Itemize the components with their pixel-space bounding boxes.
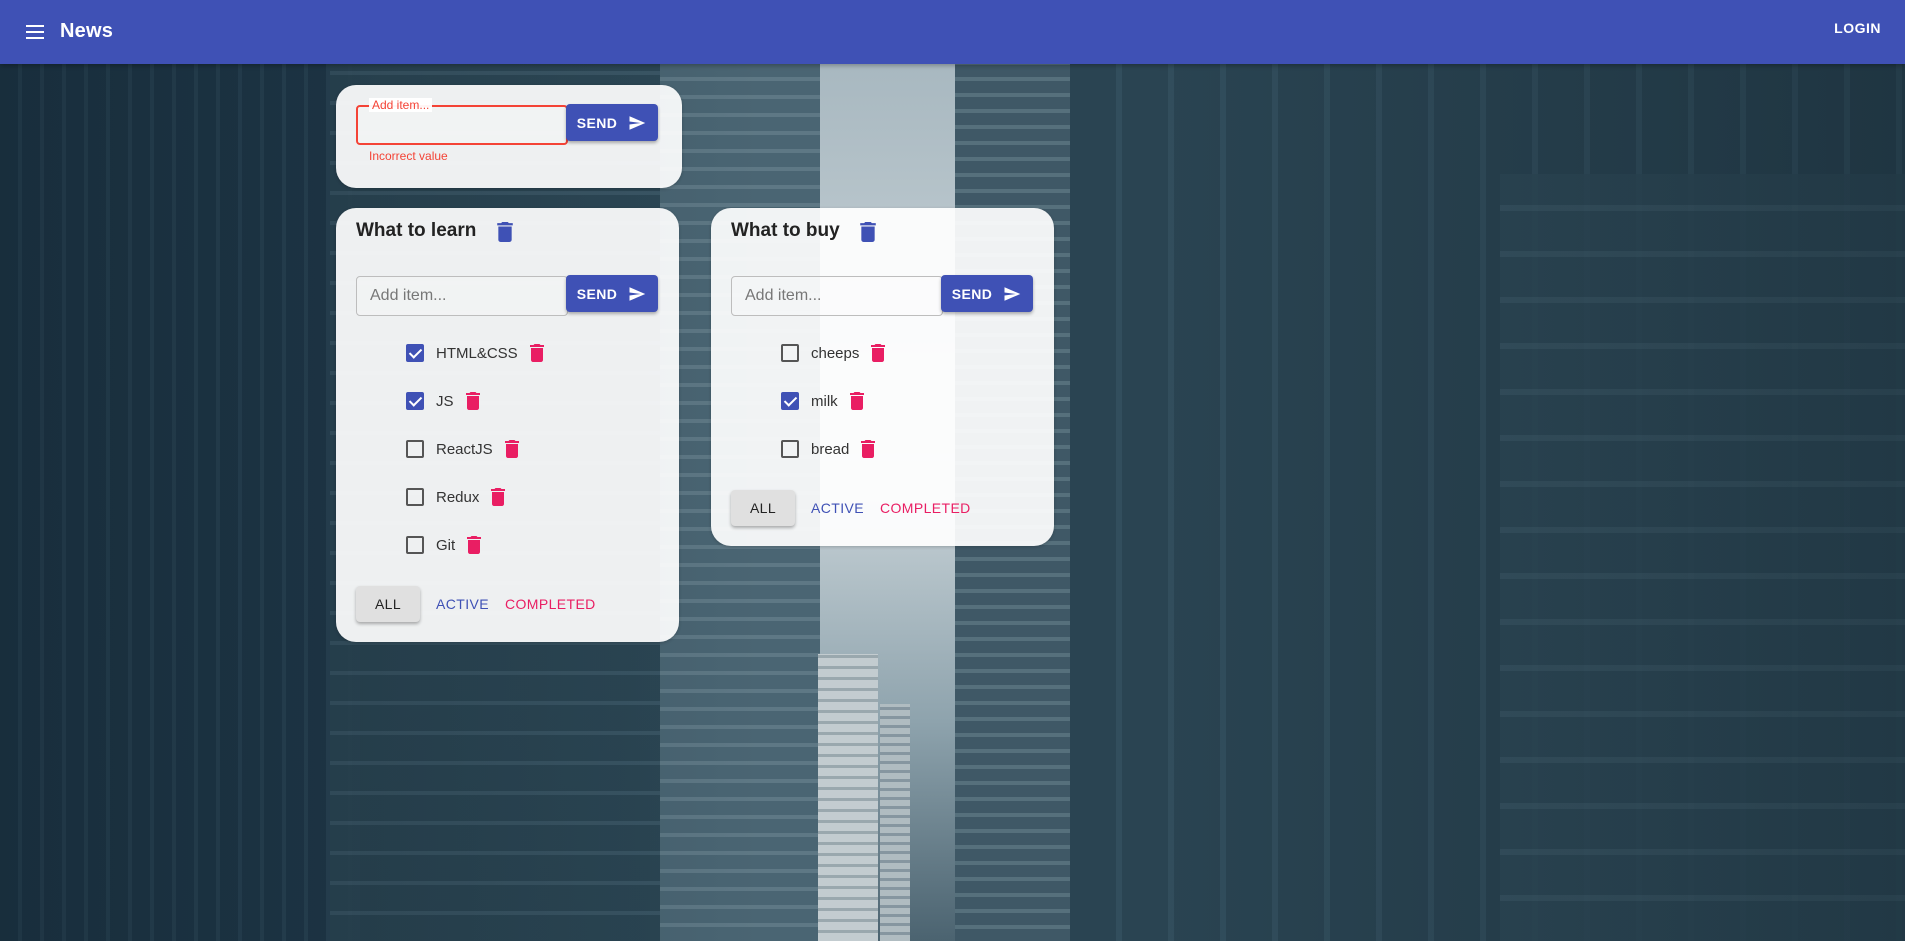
add-list-input-label: Add item... bbox=[369, 98, 433, 112]
add-item-placeholder: Add item... bbox=[370, 287, 447, 304]
task-checkbox[interactable] bbox=[781, 392, 799, 410]
task-checkbox[interactable] bbox=[406, 344, 424, 362]
task-checkbox[interactable] bbox=[406, 488, 424, 506]
trash-icon[interactable] bbox=[491, 488, 506, 506]
todolist-title[interactable]: What to learn bbox=[356, 220, 476, 242]
todolist-card-learn: What to learn Add item... SEND HTML&CSS … bbox=[336, 208, 679, 642]
filter-group: ALL ACTIVE COMPLETED bbox=[356, 586, 604, 622]
task-label[interactable]: ReactJS bbox=[436, 441, 493, 458]
menu-icon[interactable] bbox=[22, 20, 50, 44]
send-button-label: SEND bbox=[951, 285, 993, 302]
task-checkbox[interactable] bbox=[406, 440, 424, 458]
filter-completed-button[interactable]: COMPLETED bbox=[872, 492, 979, 524]
task-checkbox[interactable] bbox=[781, 440, 799, 458]
todolist-title[interactable]: What to buy bbox=[731, 220, 840, 242]
add-item-placeholder: Add item... bbox=[745, 287, 822, 304]
task-checkbox[interactable] bbox=[406, 392, 424, 410]
task-label[interactable]: Redux bbox=[436, 489, 479, 506]
task-item: cheeps bbox=[781, 340, 886, 366]
trash-icon[interactable] bbox=[497, 222, 513, 242]
trash-icon[interactable] bbox=[860, 222, 876, 242]
trash-icon[interactable] bbox=[467, 536, 482, 554]
send-icon bbox=[1004, 286, 1021, 301]
filter-active-button[interactable]: ACTIVE bbox=[428, 588, 497, 620]
task-item: HTML&CSS bbox=[406, 340, 544, 366]
task-label[interactable]: JS bbox=[436, 393, 454, 410]
task-checkbox[interactable] bbox=[406, 536, 424, 554]
send-icon bbox=[629, 115, 646, 130]
send-button-label: SEND bbox=[576, 285, 618, 302]
trash-icon[interactable] bbox=[529, 344, 544, 362]
trash-icon[interactable] bbox=[504, 440, 519, 458]
send-icon bbox=[629, 286, 646, 301]
task-item: JS bbox=[406, 388, 480, 414]
send-button[interactable]: SEND bbox=[941, 275, 1033, 312]
send-button[interactable]: SEND bbox=[566, 275, 658, 312]
app-bar: News LOGIN bbox=[0, 0, 1905, 64]
add-list-send-button[interactable]: SEND bbox=[566, 104, 658, 141]
trash-icon[interactable] bbox=[465, 392, 480, 410]
todolist-card-buy: What to buy Add item... SEND cheeps milk… bbox=[711, 208, 1054, 546]
task-label[interactable]: Git bbox=[436, 537, 455, 554]
add-list-error-text: Incorrect value bbox=[369, 149, 448, 163]
task-item: ReactJS bbox=[406, 436, 519, 462]
trash-icon[interactable] bbox=[871, 344, 886, 362]
trash-icon[interactable] bbox=[849, 392, 864, 410]
task-item: Git bbox=[406, 532, 482, 558]
app-title: News bbox=[60, 20, 114, 42]
filter-group: ALL ACTIVE COMPLETED bbox=[731, 490, 979, 526]
add-item-input[interactable]: Add item... bbox=[731, 276, 943, 316]
filter-active-button[interactable]: ACTIVE bbox=[803, 492, 872, 524]
task-label[interactable]: bread bbox=[811, 441, 849, 458]
filter-all-button[interactable]: ALL bbox=[356, 586, 420, 622]
task-item: bread bbox=[781, 436, 876, 462]
task-checkbox[interactable] bbox=[781, 344, 799, 362]
filter-all-button[interactable]: ALL bbox=[731, 490, 795, 526]
trash-icon[interactable] bbox=[861, 440, 876, 458]
task-label[interactable]: cheeps bbox=[811, 345, 859, 362]
filter-completed-button[interactable]: COMPLETED bbox=[497, 588, 604, 620]
add-list-card: Add item... SEND Incorrect value bbox=[336, 85, 682, 188]
send-button-label: SEND bbox=[576, 114, 618, 131]
task-item: milk bbox=[781, 388, 864, 414]
task-label[interactable]: HTML&CSS bbox=[436, 345, 518, 362]
task-label[interactable]: milk bbox=[811, 393, 838, 410]
login-button[interactable]: LOGIN bbox=[1834, 20, 1881, 36]
task-item: Redux bbox=[406, 484, 506, 510]
add-item-input[interactable]: Add item... bbox=[356, 276, 568, 316]
